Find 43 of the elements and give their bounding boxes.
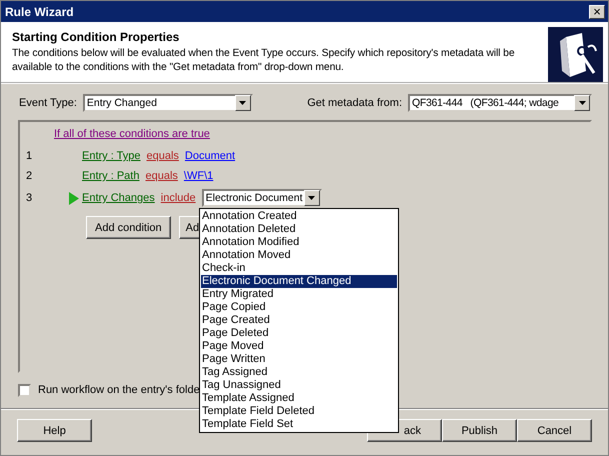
dropdown-option[interactable]: Tag Assigned	[201, 366, 397, 379]
event-type-label: Event Type:	[19, 97, 77, 109]
dropdown-option[interactable]: Template Field Deleted	[201, 405, 397, 418]
dropdown-option[interactable]: Page Deleted	[201, 327, 397, 340]
condition-operator[interactable]: equals	[145, 170, 178, 182]
condition-value[interactable]: \WF\1	[184, 170, 214, 182]
line-number: 1	[26, 150, 34, 162]
dropdown-option[interactable]: Electronic Document Changed	[201, 275, 397, 288]
event-type-dropdown[interactable]: Entry Changed	[82, 94, 253, 112]
condition-field[interactable]: Entry : Path	[82, 170, 140, 182]
wizard-button[interactable]: Cancel	[517, 419, 592, 442]
condition-field[interactable]: Entry : Type	[82, 150, 140, 162]
line-number: 2	[26, 170, 34, 182]
header-description: The conditions below will be evaluated when the Event Type occurs. Specify which repository's metadata will be available to the conditions with the "Get metadata from" drop-down menu.	[12, 47, 516, 75]
dropdown-option[interactable]: Annotation Created	[201, 210, 397, 223]
dropdown-option[interactable]: Template Assigned	[201, 392, 397, 405]
dropdown-option[interactable]: Page Copied	[201, 301, 397, 314]
close-button[interactable]: ×	[589, 4, 605, 18]
dropdown-option[interactable]: Page Moved	[201, 340, 397, 353]
dropdown-option[interactable]: Page Created	[201, 314, 397, 327]
condition-value[interactable]: Document	[184, 150, 236, 162]
header-title: Starting Condition Properties	[12, 30, 180, 44]
help-button[interactable]: Help	[17, 419, 92, 442]
line-number: 3	[26, 192, 34, 204]
condition-operator[interactable]: include	[160, 192, 196, 204]
add-button[interactable]: Add condition	[86, 216, 171, 239]
metadata-label: Get metadata from:	[307, 97, 402, 109]
metadata-dropdown[interactable]: QF361-444 (QF361-444; wdage	[408, 94, 592, 112]
conditions-heading[interactable]: If all of these conditions are true	[54, 128, 210, 140]
checkbox[interactable]	[18, 384, 31, 396]
window-title: Rule Wizard	[5, 4, 74, 18]
condition-operator[interactable]: equals	[146, 150, 179, 162]
dropdown-option[interactable]: Annotation Moved	[201, 249, 397, 262]
dropdown-option[interactable]: Annotation Deleted	[201, 223, 397, 236]
condition-value-dropdown[interactable]: Electronic Document	[202, 189, 322, 207]
condition-field[interactable]: Entry Changes	[82, 192, 155, 204]
dropdown-option[interactable]: Annotation Modified	[201, 236, 397, 249]
wizard-button[interactable]: Publish	[442, 419, 517, 442]
checkbox-label: Run workflow on the entry's folde	[38, 384, 200, 396]
dropdown-option[interactable]: Tag Unassigned	[201, 379, 397, 392]
dropdown-option[interactable]: Page Written	[201, 353, 397, 366]
dropdown-option[interactable]: Entry Migrated	[201, 288, 397, 301]
dropdown-option[interactable]: Check-in	[201, 262, 397, 275]
